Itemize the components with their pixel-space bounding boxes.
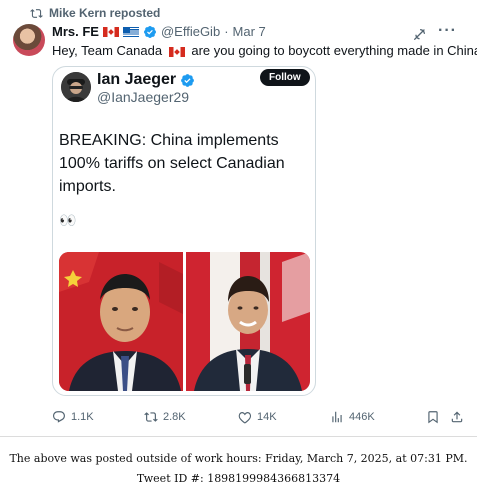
repost-button[interactable]: 2.8K xyxy=(144,410,186,424)
reply-icon xyxy=(53,411,65,423)
reply-button[interactable]: 1.1K xyxy=(52,410,94,424)
grok-icon[interactable] xyxy=(412,26,428,42)
like-button[interactable]: 14K xyxy=(238,410,277,424)
handle[interactable]: @EffieGib xyxy=(161,24,220,39)
repost-icon xyxy=(30,8,43,18)
separator-dot: · xyxy=(224,24,229,39)
divider xyxy=(0,436,477,437)
quote-display-name[interactable]: Ian Jaeger xyxy=(97,71,176,89)
quote-display-name-row: Ian Jaeger xyxy=(97,71,195,89)
quote-handle[interactable]: @IanJaeger29 xyxy=(97,89,189,105)
post-text-part2: are you going to boycott everything made… xyxy=(191,43,477,58)
post-text-part1: Hey, Team Canada xyxy=(52,43,163,58)
bookmark-icon xyxy=(428,411,438,424)
footer-tweet-id: Tweet ID #: 1898199984366813374 xyxy=(136,472,341,485)
avatar[interactable] xyxy=(13,24,45,56)
more-icon[interactable]: ··· xyxy=(438,22,457,40)
views-icon xyxy=(332,411,342,423)
views-button[interactable]: 446K xyxy=(330,410,375,424)
verified-badge-icon xyxy=(143,25,156,38)
quote-avatar[interactable] xyxy=(61,72,91,102)
repost-icon xyxy=(144,412,158,422)
bookmark-button[interactable] xyxy=(426,410,440,424)
repost-count: 2.8K xyxy=(163,411,186,423)
photo-left[interactable] xyxy=(59,252,183,391)
repost-label: Mike Kern reposted xyxy=(49,6,161,20)
photo-right[interactable] xyxy=(186,252,310,391)
post-header: Mrs. FE @EffieGib · Mar 7 xyxy=(52,24,266,39)
footer-posted-time: The above was posted outside of work hou… xyxy=(9,452,468,465)
quote-body: BREAKING: China implements 100% tariffs … xyxy=(59,132,285,195)
post-text: Hey, Team Canada are you going to boycot… xyxy=(52,43,477,58)
greece-flag-icon xyxy=(122,26,139,37)
repost-indicator[interactable]: Mike Kern reposted xyxy=(30,6,160,20)
follow-button[interactable]: Follow xyxy=(260,69,310,86)
verified-badge-icon xyxy=(181,73,195,87)
share-icon xyxy=(451,411,463,423)
views-count: 446K xyxy=(349,411,375,423)
like-count: 14K xyxy=(257,411,277,423)
reply-count: 1.1K xyxy=(71,411,94,423)
canada-flag-icon xyxy=(102,26,119,37)
post-date[interactable]: Mar 7 xyxy=(233,24,266,39)
share-button[interactable] xyxy=(450,410,464,424)
canada-flag-icon xyxy=(168,46,185,57)
display-name[interactable]: Mrs. FE xyxy=(52,24,99,39)
like-icon xyxy=(238,412,252,424)
eyes-emoji: 👀 xyxy=(59,212,77,228)
quoted-post[interactable]: Ian Jaeger @IanJaeger29 Follow BREAKING:… xyxy=(52,66,316,396)
